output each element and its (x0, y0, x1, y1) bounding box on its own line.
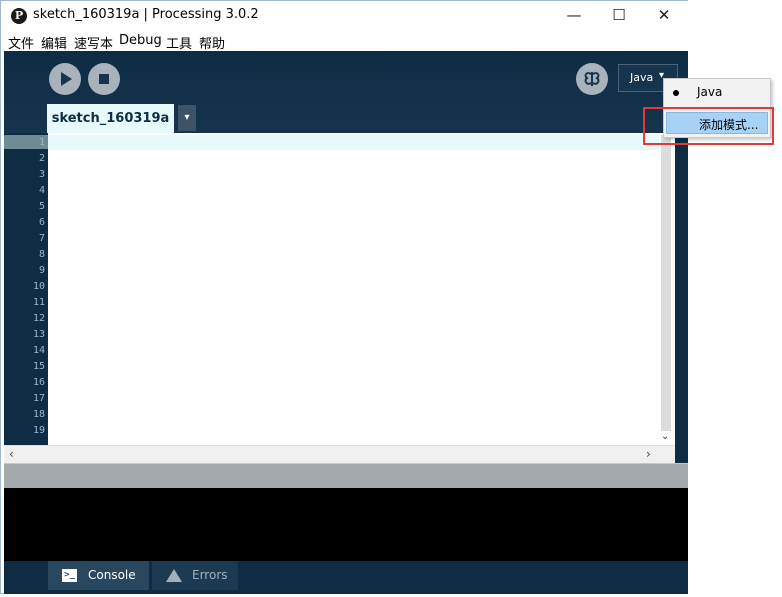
scroll-down-icon[interactable]: ⌄ (661, 431, 669, 442)
warning-icon (166, 569, 182, 582)
errors-tab-label: Errors (192, 568, 228, 582)
line-number: 2 (38, 153, 45, 164)
debugger-button[interactable] (576, 63, 608, 95)
title-bar: P sketch_160319a | Processing 3.0.2 — ☐ … (1, 1, 689, 31)
mode-option-java[interactable]: Java (664, 79, 770, 107)
processing-window: P sketch_160319a | Processing 3.0.2 — ☐ … (0, 0, 689, 594)
menu-tools[interactable]: 工具 (166, 33, 192, 52)
line-number: 16 (32, 377, 45, 388)
run-button[interactable] (49, 63, 81, 95)
tab-menu-arrow-icon[interactable]: ▾ (178, 105, 196, 131)
line-number: 4 (38, 185, 45, 196)
line-number: 13 (32, 329, 45, 340)
line-number: 19 (32, 425, 45, 436)
stop-icon (99, 74, 109, 84)
line-number: 14 (32, 345, 45, 356)
vertical-scroll-track[interactable] (661, 135, 671, 431)
line-number: 5 (38, 201, 45, 212)
mode-option-java-label: Java (697, 85, 723, 99)
line-number: 17 (32, 393, 45, 404)
selected-dot-icon (673, 90, 679, 96)
line-number: 7 (38, 233, 45, 244)
processing-logo-icon: P (11, 8, 27, 24)
menu-edit[interactable]: 编辑 (41, 33, 67, 52)
maximize-icon[interactable]: ☐ (596, 1, 642, 31)
console-icon: >_ (62, 569, 77, 582)
tab-errors[interactable]: Errors (152, 561, 238, 590)
console-divider[interactable] (4, 463, 688, 488)
footer-bar: >_ Console Errors (4, 561, 688, 594)
tab-console[interactable]: >_ Console (48, 561, 149, 590)
close-icon[interactable]: ✕ (641, 1, 687, 31)
line-number: 12 (32, 313, 45, 324)
current-line-highlight (48, 135, 659, 150)
line-number: 10 (32, 281, 45, 292)
minimize-icon[interactable]: — (551, 1, 597, 31)
console-output (4, 488, 688, 561)
line-number: 6 (38, 217, 45, 228)
editor-right-frame (675, 133, 688, 463)
vertical-scrollbar[interactable]: ⌄ (659, 133, 675, 445)
line-number-gutter: 1 2 3 4 5 6 7 8 9 10 11 12 13 14 15 16 17 18 19 (4, 133, 48, 445)
line-number: 11 (32, 297, 45, 308)
scroll-left-icon[interactable]: ‹ (9, 447, 14, 461)
menu-help[interactable]: 帮助 (199, 33, 225, 52)
mode-selected-label: Java (630, 71, 654, 84)
line-number: 1 (38, 137, 45, 148)
line-number: 8 (38, 249, 45, 260)
window-title: sketch_160319a | Processing 3.0.2 (33, 7, 259, 22)
menu-debug[interactable]: Debug (119, 33, 162, 48)
tab-sketch[interactable]: sketch_160319a (47, 104, 174, 133)
menu-file[interactable]: 文件 (8, 33, 34, 52)
line-number: 18 (32, 409, 45, 420)
line-number: 3 (38, 169, 45, 180)
horizontal-scrollbar[interactable]: ‹ › (4, 445, 675, 463)
stop-button[interactable] (88, 63, 120, 95)
play-icon (61, 72, 72, 86)
annotation-highlight-box (643, 107, 774, 145)
debugger-butterfly-icon (584, 72, 600, 86)
menu-bar: 文件 编辑 速写本 Debug 工具 帮助 (1, 31, 689, 52)
scroll-right-icon[interactable]: › (646, 447, 651, 461)
line-number: 15 (32, 361, 45, 372)
console-tab-label: Console (88, 568, 136, 582)
line-number: 9 (38, 265, 45, 276)
code-editor[interactable] (48, 133, 659, 445)
menu-sketch[interactable]: 速写本 (74, 33, 113, 52)
